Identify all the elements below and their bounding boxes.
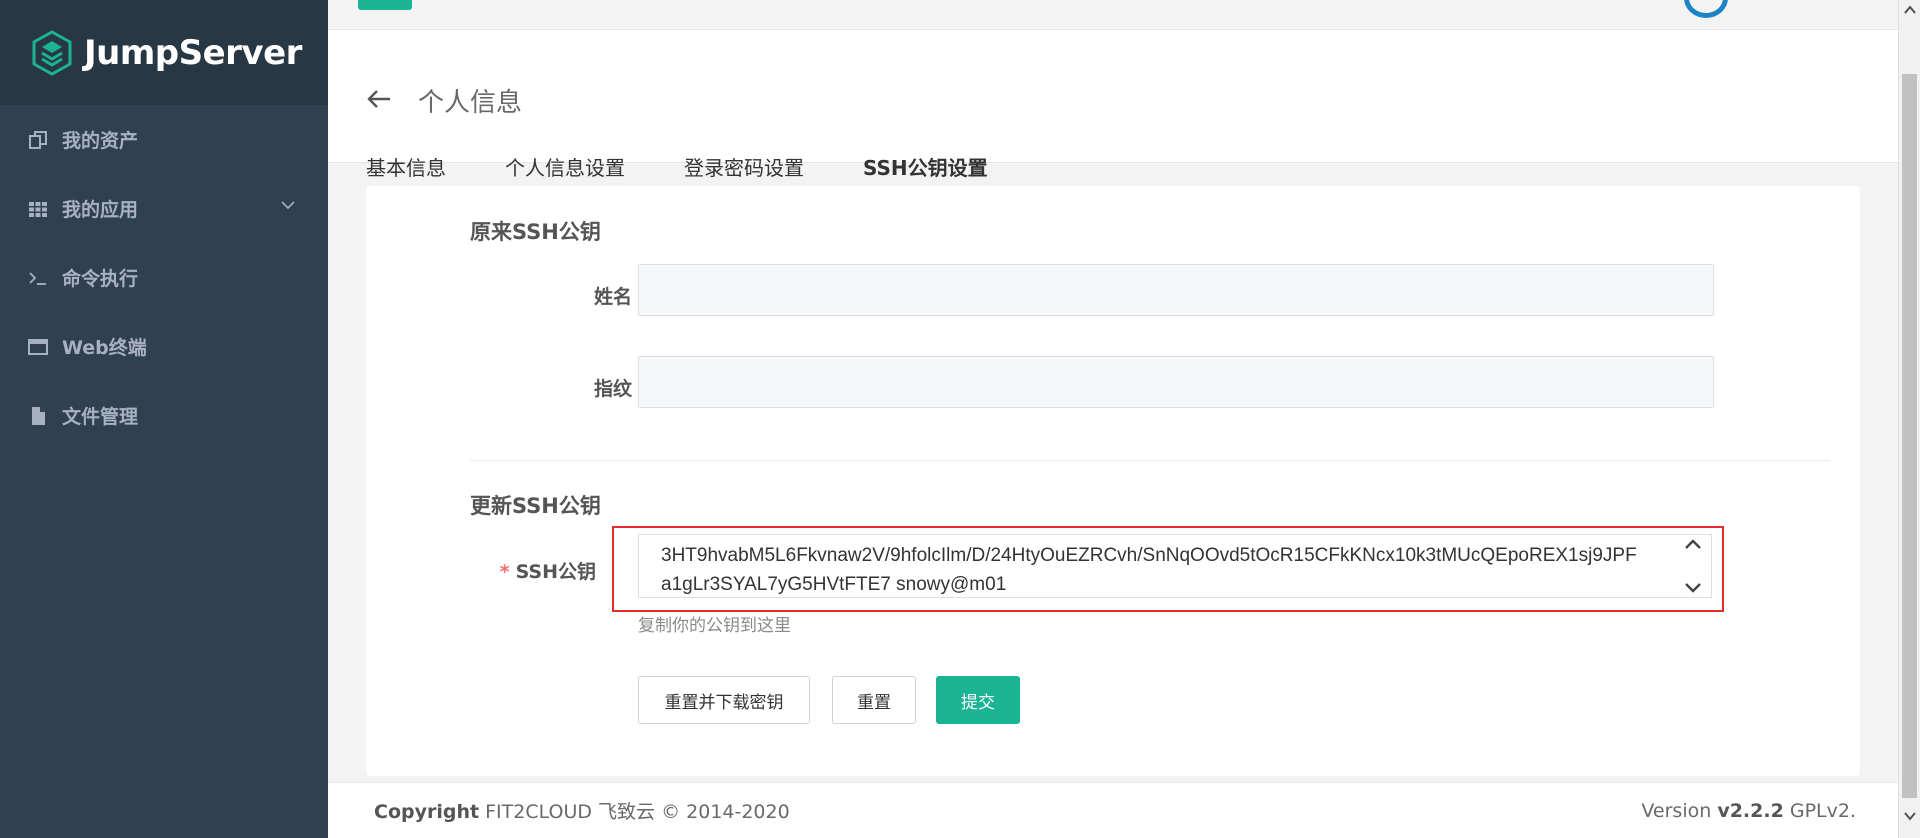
page-header: 个人信息 基本信息 个人信息设置 登录密码设置 SSH公钥设置: [328, 30, 1898, 201]
top-navbar: [328, 0, 1898, 30]
sidebar: JumpServer 我的资产 我的应用 命令执行 Web终端 文件管理: [0, 0, 328, 838]
page-scroll-up-icon[interactable]: [1902, 2, 1918, 18]
main-content: 个人信息 基本信息 个人信息设置 登录密码设置 SSH公钥设置 原来SSH公钥 …: [328, 0, 1898, 838]
reset-button[interactable]: 重置: [832, 676, 916, 724]
ssh-key-textarea[interactable]: 3HT9hvabM5L6Fkvnaw2V/9hfolcIlm/D/24HtyOu…: [638, 534, 1712, 598]
required-asterisk: *: [499, 561, 510, 583]
sidebar-item-my-assets[interactable]: 我的资产: [0, 105, 328, 174]
name-label: 姓名: [593, 286, 632, 308]
page-scroll-down-icon[interactable]: [1902, 808, 1918, 824]
section-divider: [470, 460, 1830, 461]
menu-toggle-button[interactable]: [358, 0, 412, 10]
assets-icon: [28, 130, 48, 150]
ssh-key-label: * SSH公钥: [446, 557, 596, 584]
ssh-key-line-1: 3HT9hvabM5L6Fkvnaw2V/9hfolcIlm/D/24HtyOu…: [661, 545, 1637, 566]
update-ssh-key-heading: 更新SSH公钥: [470, 494, 601, 518]
back-arrow-icon[interactable]: [366, 87, 392, 115]
sidebar-item-my-apps[interactable]: 我的应用: [0, 174, 328, 243]
sidebar-item-file-manager[interactable]: 文件管理: [0, 381, 328, 450]
sidebar-nav: 我的资产 我的应用 命令执行 Web终端 文件管理: [0, 105, 328, 450]
chevron-down-icon: [281, 201, 295, 210]
sidebar-item-label: 命令执行: [62, 268, 139, 290]
app-name: JumpServer: [84, 32, 302, 73]
user-avatar[interactable]: [1684, 0, 1728, 18]
copyright-text: FIT2CLOUD 飞致云 © 2014-2020: [485, 801, 790, 823]
ssh-key-hint: 复制你的公钥到这里: [638, 616, 791, 636]
ssh-key-form-card: 原来SSH公钥 姓名 指纹 更新SSH公钥 * SSH公钥 3HT9hvabM5L…: [366, 186, 1860, 776]
sidebar-item-label: 我的应用: [62, 199, 139, 221]
version-label: Version: [1641, 799, 1712, 822]
sidebar-item-label: Web终端: [62, 337, 147, 359]
apps-grid-icon: [28, 199, 48, 219]
sidebar-item-web-terminal[interactable]: Web终端: [0, 312, 328, 381]
breadcrumb: 个人信息: [366, 82, 522, 119]
sidebar-item-command-exec[interactable]: 命令执行: [0, 243, 328, 312]
copyright: Copyright FIT2CLOUD 飞致云 © 2014-2020: [374, 797, 790, 824]
fingerprint-label: 指纹: [593, 378, 632, 400]
ssh-key-label-text: SSH公钥: [515, 561, 596, 583]
footer: Copyright FIT2CLOUD 飞致云 © 2014-2020 Vers…: [328, 782, 1898, 838]
submit-button[interactable]: 提交: [936, 676, 1020, 724]
ssh-key-line-2: a1gLr3SYAL7yG5HVtFTE7 snowy@m01: [661, 574, 1007, 595]
sidebar-item-label: 文件管理: [62, 406, 139, 428]
original-ssh-key-heading: 原来SSH公钥: [470, 220, 601, 244]
textarea-scrollbar[interactable]: [1676, 535, 1710, 597]
scroll-up-icon[interactable]: [1683, 537, 1703, 551]
license: GPLv2.: [1789, 799, 1856, 822]
reset-and-download-button[interactable]: 重置并下载密钥: [638, 676, 810, 724]
jumpserver-logo-icon: [32, 29, 72, 76]
logo[interactable]: JumpServer: [0, 0, 328, 105]
name-field: [638, 264, 1714, 316]
fingerprint-field: [638, 356, 1714, 408]
terminal-prompt-icon: [28, 268, 48, 288]
version-info: Version v2.2.2 GPLv2.: [1641, 800, 1856, 822]
sidebar-item-label: 我的资产: [62, 130, 139, 152]
page-title: 个人信息: [418, 88, 523, 118]
page-scroll-thumb[interactable]: [1902, 74, 1917, 798]
scroll-down-icon[interactable]: [1683, 581, 1703, 595]
copyright-label: Copyright: [374, 801, 480, 823]
window-icon: [28, 337, 48, 357]
page-scrollbar[interactable]: [1898, 0, 1920, 838]
version-number: v2.2.2: [1717, 799, 1784, 822]
file-icon: [28, 406, 48, 426]
